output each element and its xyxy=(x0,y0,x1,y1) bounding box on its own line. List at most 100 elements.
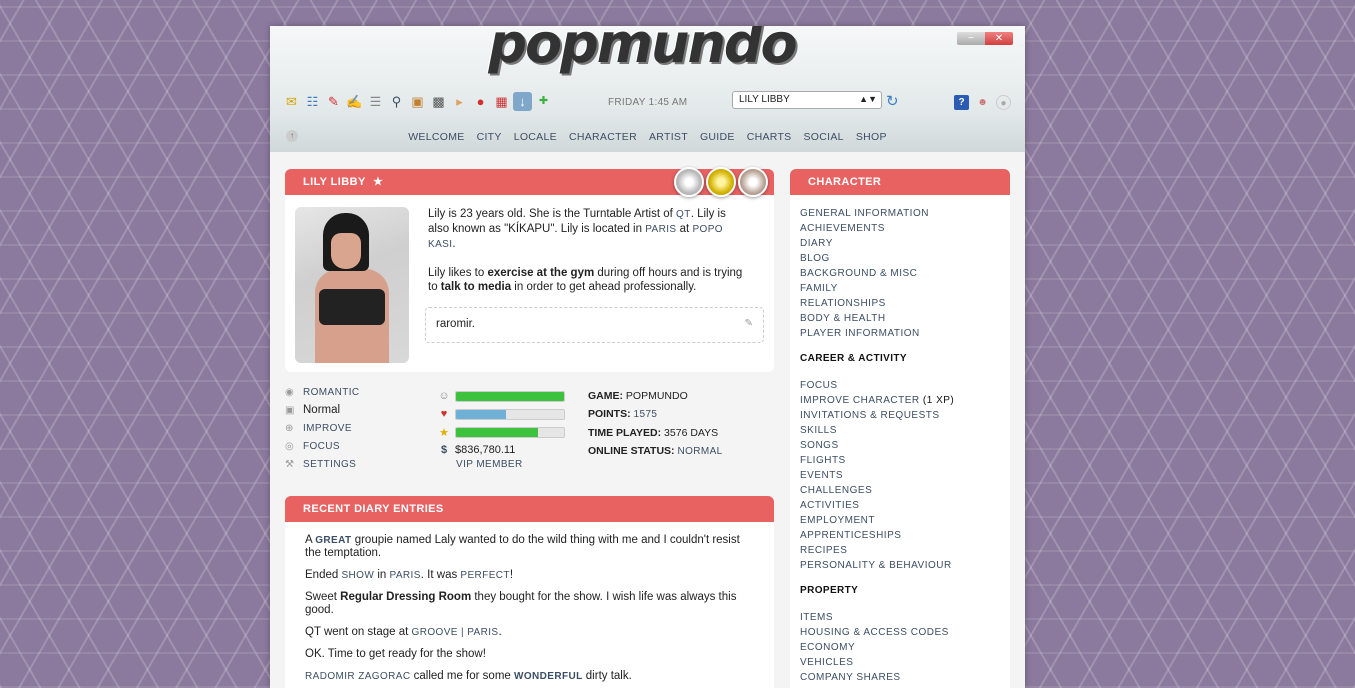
network-icon[interactable]: ☷ xyxy=(303,92,322,111)
smiley-icon: ☺ xyxy=(438,390,450,402)
lock-icon: ▣ xyxy=(285,404,295,416)
gold-disc-icon[interactable] xyxy=(706,167,736,197)
box-icon[interactable]: ▣ xyxy=(408,92,427,111)
sidebar-item-activities[interactable]: ACTIVITIES xyxy=(800,498,1000,513)
download-icon[interactable]: ↓ xyxy=(513,92,532,111)
sidebar-item-improve-character[interactable]: IMPROVE CHARACTER (1 XP) xyxy=(800,393,1000,408)
select-arrow-icon: ▲▼ xyxy=(859,94,877,104)
sidebar-item-invitations-requests[interactable]: INVITATIONS & REQUESTS xyxy=(800,408,1000,423)
sidebar-item-player-information[interactable]: PLAYER INFORMATION xyxy=(800,326,1000,341)
romantic-action[interactable]: ◉ ROMANTIC xyxy=(285,383,425,401)
sidebar-item-skills[interactable]: SKILLS xyxy=(800,423,1000,438)
sidebar-item-general-information[interactable]: GENERAL INFORMATION xyxy=(800,206,1000,221)
star-icon: ★ xyxy=(439,426,449,439)
popmundo-logo[interactable]: popmundo xyxy=(482,26,802,75)
sidebar-item-family[interactable]: FAMILY xyxy=(800,281,1000,296)
character-select[interactable]: LILY LIBBY ▲▼ xyxy=(732,91,882,109)
health-fill xyxy=(456,409,506,419)
refresh-icon[interactable]: ↻ xyxy=(886,92,899,110)
sidebar-item-body-health[interactable]: BODY & HEALTH xyxy=(800,311,1000,326)
nav-artist[interactable]: ARTIST xyxy=(649,131,688,143)
points-link[interactable]: 1575 xyxy=(634,409,658,420)
city-link[interactable]: PARIS xyxy=(645,224,676,235)
nav-social[interactable]: SOCIAL xyxy=(803,131,843,143)
sidebar-item-vehicles[interactable]: VEHICLES xyxy=(800,655,1000,670)
paperclip-icon[interactable]: ✎ xyxy=(745,318,753,329)
show-link[interactable]: SHOW xyxy=(341,570,374,581)
online-status-link[interactable]: NORMAL xyxy=(677,446,722,457)
sidebar-item-songs[interactable]: SONGS xyxy=(800,438,1000,453)
search-icon[interactable]: ⚲ xyxy=(387,92,406,111)
sidebar-menu: GENERAL INFORMATION ACHIEVEMENTS DIARY BLOG… xyxy=(790,195,1010,685)
nav-guide[interactable]: GUIDE xyxy=(700,131,735,143)
heart-icon: ♥ xyxy=(440,408,448,420)
edit-icon[interactable]: ✍ xyxy=(345,92,364,111)
settings-action[interactable]: ⚒ SETTINGS xyxy=(285,455,425,473)
camera-icon[interactable]: ▩ xyxy=(429,92,448,111)
vip-member-link[interactable]: VIP MEMBER xyxy=(456,459,573,470)
game-value: POPMUNDO xyxy=(625,390,688,402)
venue-link[interactable]: GROOVE | PARIS xyxy=(412,627,499,638)
sidebar-item-relationships[interactable]: RELATIONSHIPS xyxy=(800,296,1000,311)
sidebar-item-events[interactable]: EVENTS xyxy=(800,468,1000,483)
minimize-button[interactable]: − xyxy=(957,32,985,45)
status-icon[interactable]: ● xyxy=(996,95,1011,110)
profile-box: LILY LIBBY ★ Lily is 23 years old. She i… xyxy=(285,167,774,372)
shop-icon[interactable]: ▦ xyxy=(492,92,511,111)
sidebar-item-focus[interactable]: FOCUS xyxy=(800,378,1000,393)
game-clock: FRIDAY 1:45 AM xyxy=(608,97,688,108)
notes-icon[interactable]: ✉ xyxy=(282,92,301,111)
avatar[interactable] xyxy=(295,207,409,363)
achievement-medals xyxy=(674,167,768,197)
sidebar-header: CHARACTER xyxy=(790,169,1010,195)
sidebar-item-personality-behaviour[interactable]: PERSONALITY & BEHAVIOUR xyxy=(800,558,1000,573)
nav-character[interactable]: CHARACTER xyxy=(569,131,637,143)
user-icon[interactable]: ☻ xyxy=(975,95,990,110)
plus-icon[interactable]: ✚ xyxy=(534,92,553,111)
sidebar-item-blog[interactable]: BLOG xyxy=(800,251,1000,266)
pencil-icon[interactable]: ✎ xyxy=(324,92,343,111)
sidebar-item-items[interactable]: ITEMS xyxy=(800,610,1000,625)
sidebar-item-apprenticeships[interactable]: APPRENTICESHIPS xyxy=(800,528,1000,543)
plus-circle-icon: ⊕ xyxy=(285,422,294,434)
nav-charts[interactable]: CHARTS xyxy=(747,131,792,143)
bandage-icon[interactable]: ▸ xyxy=(450,92,469,111)
nav-locale[interactable]: LOCALE xyxy=(514,131,557,143)
band-link[interactable]: QT xyxy=(676,209,691,220)
health-meter: ♥ xyxy=(433,405,573,423)
sidebar-item-background-misc[interactable]: BACKGROUND & MISC xyxy=(800,266,1000,281)
badge-icon[interactable] xyxy=(738,167,768,197)
sidebar-item-diary[interactable]: DIARY xyxy=(800,236,1000,251)
sidebar-item-recipes[interactable]: RECIPES xyxy=(800,543,1000,558)
sidebar-item-employment[interactable]: EMPLOYMENT xyxy=(800,513,1000,528)
nav-city[interactable]: CITY xyxy=(477,131,502,143)
nav-welcome[interactable]: WELCOME xyxy=(408,131,464,143)
diary-entry: OK. Time to get ready for the show! xyxy=(305,648,486,660)
sidebar-item-company-shares[interactable]: COMPANY SHARES xyxy=(800,670,1000,685)
window-controls: − ✕ xyxy=(957,32,1013,45)
dollar-icon: $ xyxy=(440,444,448,456)
paris-link[interactable]: PARIS xyxy=(390,570,421,581)
sidebar-item-housing-access-codes[interactable]: HOUSING & ACCESS CODES xyxy=(800,625,1000,640)
nav-shop[interactable]: SHOP xyxy=(856,131,887,143)
apple-icon[interactable]: ● xyxy=(471,92,490,111)
sidebar-item-challenges[interactable]: CHALLENGES xyxy=(800,483,1000,498)
toolbar: ✉ ☷ ✎ ✍ ☰ ⚲ ▣ ▩ ▸ ● ▦ ↓ ✚ xyxy=(282,92,553,111)
diary-entries: A GREAT groupie named Laly wanted to do … xyxy=(285,522,774,683)
book-icon[interactable]: ☰ xyxy=(366,92,385,111)
header-right-icons: ? ☻ ● xyxy=(954,95,1011,110)
person-link[interactable]: RADOMIR ZAGORAC xyxy=(305,671,410,682)
sidebar-item-flights[interactable]: FLIGHTS xyxy=(800,453,1000,468)
game-stats: GAME: POPMUNDO POINTS: 1575 TIME PLAYED:… xyxy=(588,390,723,457)
help-icon[interactable]: ? xyxy=(954,95,969,110)
close-button[interactable]: ✕ xyxy=(985,32,1013,45)
money: $ $836,780.11 xyxy=(433,441,573,459)
sidebar-item-achievements[interactable]: ACHIEVEMENTS xyxy=(800,221,1000,236)
silver-disc-icon[interactable] xyxy=(674,167,704,197)
diary-entry: QT went on stage at GROOVE | PARIS. xyxy=(305,626,502,638)
character-sidebar: CHARACTER GENERAL INFORMATION ACHIEVEMENT… xyxy=(790,169,1010,688)
note-field[interactable]: raromir. ✎ xyxy=(425,307,764,343)
sidebar-item-economy[interactable]: ECONOMY xyxy=(800,640,1000,655)
improve-action[interactable]: ⊕ IMPROVE xyxy=(285,419,425,437)
focus-action[interactable]: ◎ FOCUS xyxy=(285,437,425,455)
